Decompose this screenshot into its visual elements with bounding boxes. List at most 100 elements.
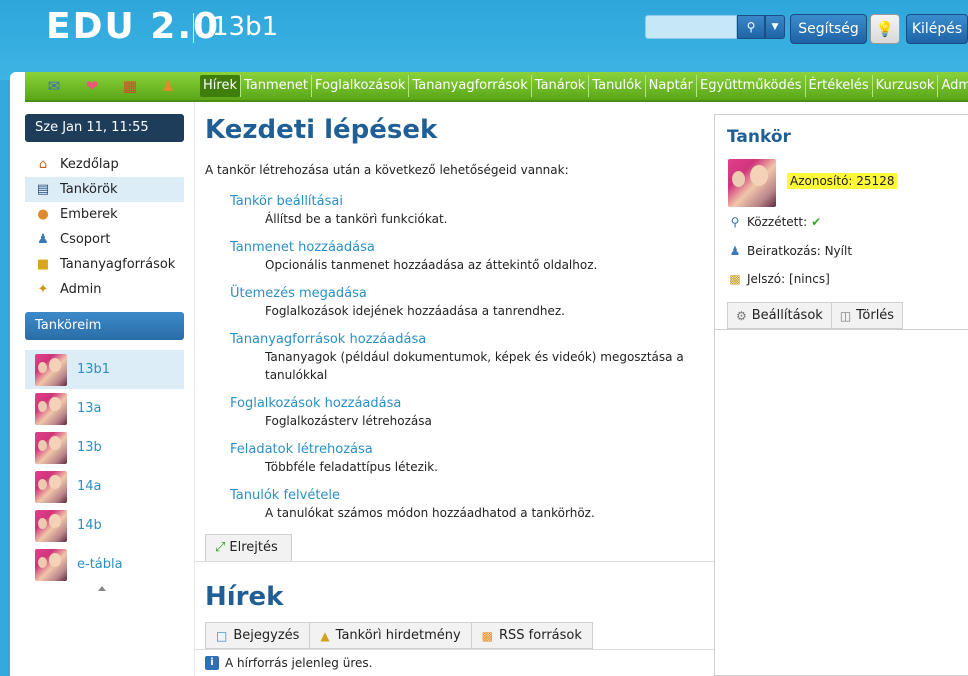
search-button[interactable]: ⚲ — [737, 15, 765, 39]
class-item[interactable]: 13b — [25, 428, 184, 467]
section-divider — [195, 649, 714, 650]
step-description: Foglalkozásterv létrehozása — [265, 414, 432, 428]
group-icon: ♟ — [37, 232, 49, 247]
search-dropdown-button[interactable]: ▼ — [765, 15, 785, 39]
nav-link[interactable]: Tanmenet — [239, 75, 311, 97]
help-button[interactable]: Segítség — [790, 14, 867, 44]
chevron-down-icon: ▼ — [771, 22, 779, 32]
step-item: Ütemezés megadása Foglalkozások idejének … — [230, 285, 700, 320]
step-description: Többféle feladattípus létezik. — [265, 460, 438, 474]
panel-title: Tankör — [727, 127, 791, 147]
speech-bubble-icon: □ — [216, 628, 228, 643]
sidebar-item-group[interactable]: ♟ Csoport — [25, 227, 184, 252]
class-item[interactable]: 14a — [25, 467, 184, 506]
person-icon: ● — [37, 207, 49, 222]
step-link[interactable]: Tanulók felvétele — [230, 487, 700, 504]
group-icon: ♟ — [729, 244, 741, 258]
intro-text: A tankör létrehozása után a következő le… — [205, 163, 569, 177]
tab-post[interactable]: □ Bejegyzés — [205, 622, 310, 649]
step-link[interactable]: Tankör beállításai — [230, 193, 700, 210]
nav-link[interactable]: Admin — [937, 75, 968, 97]
tips-button[interactable]: 💡 — [870, 14, 900, 44]
logout-button[interactable]: Kilépés — [906, 14, 968, 44]
class-item[interactable]: 13a — [25, 389, 184, 428]
calendar-icon[interactable]: ▦ — [119, 76, 141, 96]
step-link[interactable]: Ütemezés megadása — [230, 285, 700, 302]
sidebar-item-admin[interactable]: ✦ Admin — [25, 277, 184, 302]
sidebar-menu: ⌂ Kezdőlap ▤ Tankörök ● Emberek ♟ Csoport ■ T… — [25, 152, 184, 302]
step-description: Tananyagok (például dokumentumok, képek … — [265, 350, 684, 382]
class-avatar — [728, 159, 776, 207]
class-item[interactable]: 13b1 — [25, 350, 184, 389]
step-item: Tanulók felvétele A tanulókat számos módo… — [230, 487, 700, 522]
empty-feed-message: iA hírforrás jelenleg üres. — [205, 656, 372, 670]
people-icon[interactable]: ♟ — [157, 76, 179, 96]
date-display: Sze Jan 11, 11:55 — [25, 114, 184, 142]
nav-links: Hírek Tanmenet Foglalkozások Tananyagforrás… — [200, 75, 968, 97]
class-info-panel: Tankör Azonosító: 25128 ⚲ Közzétett: ✔ ♟ Be… — [714, 114, 968, 676]
panel-divider — [715, 329, 968, 330]
step-link[interactable]: Tanmenet hozzáadása — [230, 239, 700, 256]
book-icon: ▤ — [36, 182, 50, 197]
step-link[interactable]: Tananyagforrások hozzáadása — [230, 331, 700, 348]
lock-icon: ▩ — [729, 272, 741, 286]
section-divider — [195, 561, 714, 562]
class-item[interactable]: e-tábla — [25, 545, 184, 584]
class-id: Azonosító: 25128 — [787, 173, 898, 189]
scroll-up-arrow-icon[interactable] — [98, 586, 106, 591]
delete-button[interactable]: ◫ Törlés — [830, 302, 904, 329]
step-link[interactable]: Foglalkozások hozzáadása — [230, 395, 700, 412]
nav-link[interactable]: Naptár — [644, 75, 696, 97]
step-item: Tankör beállításai Állítsd be a tankörì f… — [230, 193, 700, 228]
class-item[interactable]: 14b — [25, 506, 184, 545]
panel-tabs: ⚙ Beállítások ◫ Törlés — [727, 302, 904, 329]
nav-link[interactable]: Foglalkozások — [310, 75, 408, 97]
search-input[interactable] — [645, 15, 737, 39]
gear-icon: ⚙ — [736, 308, 747, 323]
my-classes-list: 13b1 13a 13b 14a 14b e-tábla — [25, 350, 184, 584]
step-item: Tanmenet hozzáadása Opcionális tanmenet h… — [230, 239, 700, 274]
step-description: Opcionális tanmenet hozzáadása az átteki… — [265, 258, 598, 272]
bell-icon: ▲ — [320, 628, 330, 643]
nav-link[interactable]: Értékelés — [804, 75, 872, 97]
nav-link[interactable]: Tanárok — [530, 75, 589, 97]
class-thumbnail — [35, 548, 67, 581]
step-item: Foglalkozások hozzáadása Foglalkozásterv … — [230, 395, 700, 430]
settings-button[interactable]: ⚙ Beállítások — [727, 302, 831, 329]
info-icon: i — [205, 656, 219, 670]
sidebar-item-resources[interactable]: ■ Tananyagforrások — [25, 252, 184, 277]
nav-link[interactable]: Tananyagforrások — [408, 75, 530, 97]
nav-link[interactable]: Hírek — [200, 75, 240, 97]
news-tabs: □ Bejegyzés ▲ Tankörì hirdetmény ▩ RSS forr… — [205, 622, 593, 649]
class-thumbnail — [35, 392, 67, 425]
sidebar-item-classes[interactable]: ▤ Tankörök — [25, 177, 184, 202]
current-class-title: 13b1 — [212, 12, 279, 42]
step-description: Foglalkozások idejének hozzáadása a tanr… — [265, 304, 565, 318]
getting-started-title: Kezdeti lépések — [205, 115, 438, 145]
home-icon: ⌂ — [38, 157, 48, 172]
step-description: Állítsd be a tankörì funkciókat. — [265, 212, 448, 226]
step-item: Tananyagforrások hozzáadása Tananyagok (p… — [230, 331, 700, 384]
sidebar-item-home[interactable]: ⌂ Kezdőlap — [25, 152, 184, 177]
logo-divider — [193, 13, 194, 43]
my-classes-heading: Tanköreim — [25, 312, 184, 340]
nav-link[interactable]: Tanulók — [588, 75, 644, 97]
collapse-arrows-icon: ⤢ — [215, 540, 226, 555]
folder-icon: ■ — [36, 257, 50, 272]
tab-rss[interactable]: ▩ RSS források — [470, 622, 593, 649]
enrollment-row: ♟ Beiratkozás: Nyílt — [727, 244, 852, 258]
nav-link[interactable]: Kurzusok — [871, 75, 938, 97]
nav-link[interactable]: Együttműködés — [696, 75, 805, 97]
heart-icon[interactable]: ❤ — [81, 76, 103, 96]
class-thumbnail — [35, 509, 67, 542]
main-nav: ✉ ❤ ▦ ♟ Hírek Tanmenet Foglalkozások Tanany… — [25, 72, 968, 102]
step-item: Feladatok létrehozása Többféle feladattíp… — [230, 441, 700, 476]
step-description: A tanulókat számos módon hozzáadhatod a … — [265, 506, 595, 520]
hide-button[interactable]: ⤢ Elrejtés — [205, 534, 292, 561]
magnifier-icon: ⚲ — [730, 215, 740, 229]
sidebar-item-people[interactable]: ● Emberek — [25, 202, 184, 227]
tab-announcement[interactable]: ▲ Tankörì hirdetmény — [309, 622, 471, 649]
top-header: EDU 2.0 13b1 ⚲ ▼ Segítség 💡 Kilépés — [0, 0, 968, 80]
mail-icon[interactable]: ✉ — [43, 76, 65, 96]
step-link[interactable]: Feladatok létrehozása — [230, 441, 700, 458]
